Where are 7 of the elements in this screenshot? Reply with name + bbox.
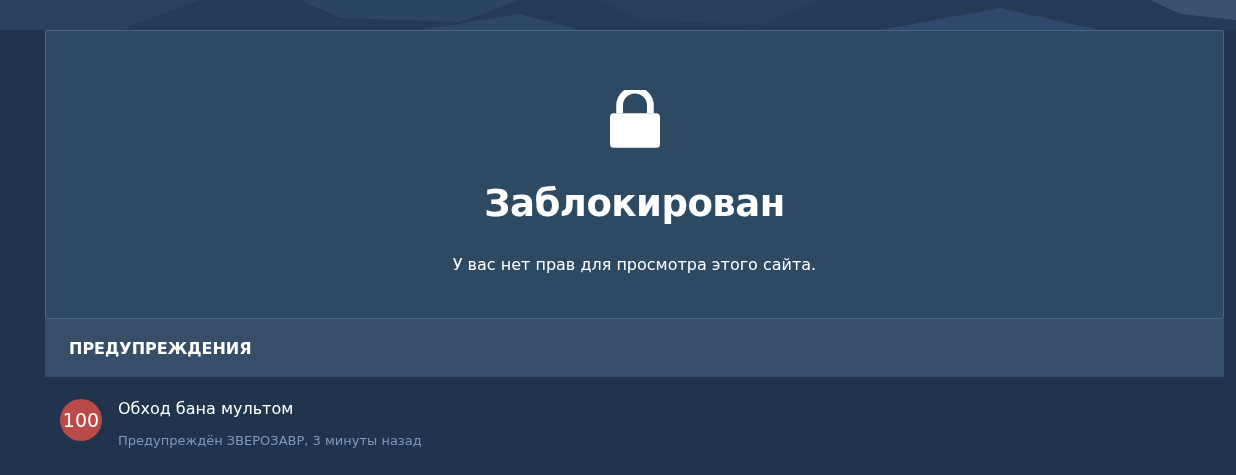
page-title: Заблокирован	[484, 182, 785, 225]
warning-meta: Предупреждён ЗВЕРОЗАВР, 3 минуты назад	[118, 433, 422, 448]
points-badge: 100	[60, 399, 102, 441]
section-title: ПРЕДУПРЕЖДЕНИЯ	[69, 338, 252, 358]
warning-title: Обход бана мультом	[118, 399, 295, 418]
lock-icon	[609, 90, 660, 148]
block-message: У вас нет прав для просмотра этого сайта.	[452, 255, 817, 274]
